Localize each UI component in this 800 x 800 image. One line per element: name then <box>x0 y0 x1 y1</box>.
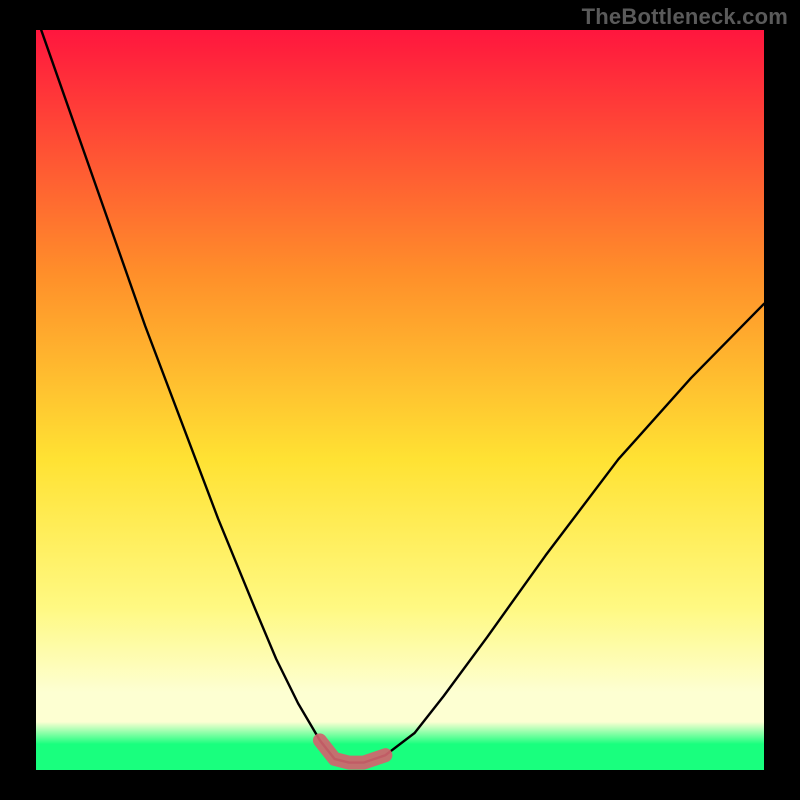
bottleneck-chart <box>0 0 800 800</box>
chart-stage: TheBottleneck.com <box>0 0 800 800</box>
watermark-text: TheBottleneck.com <box>582 4 788 30</box>
